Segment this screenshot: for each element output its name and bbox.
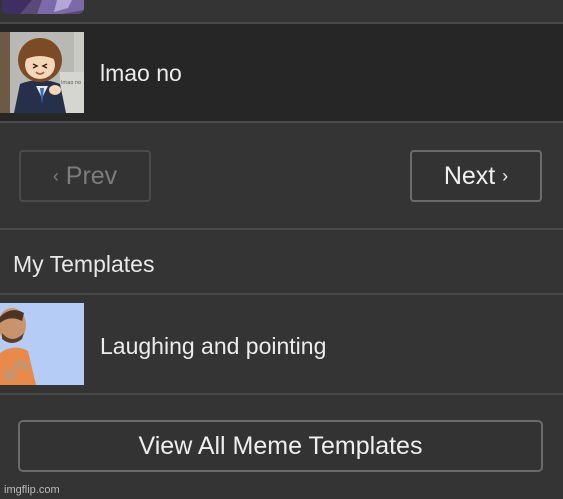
anime-girl-thumbnail: lmao no <box>0 32 84 113</box>
pagination: ‹ Prev Next › <box>0 123 563 230</box>
prev-label: Prev <box>65 162 118 190</box>
view-all-templates-button[interactable]: View All Meme Templates <box>18 420 543 472</box>
template-item[interactable]: Laughing and pointing <box>0 295 563 395</box>
chevron-left-icon: ‹ <box>52 166 59 186</box>
laughing-man-thumbnail <box>0 303 84 385</box>
section-title: My Templates <box>13 251 155 277</box>
footer: View All Meme Templates <box>0 395 563 499</box>
watermark: imgflip.com <box>4 484 60 496</box>
list-item-label: lmao no <box>100 60 182 86</box>
next-button[interactable]: Next › <box>410 150 542 202</box>
purple-thumbnail <box>2 0 84 14</box>
next-label: Next <box>443 162 496 190</box>
chevron-right-icon: › <box>502 166 509 186</box>
meme-templates-panel: lmao no lmao no ‹ Prev Next › My Templat… <box>0 0 563 499</box>
prev-button[interactable]: ‹ Prev <box>19 150 151 202</box>
section-header: My Templates <box>0 230 563 295</box>
list-item[interactable]: lmao no lmao no <box>0 24 563 123</box>
svg-text:lmao no: lmao no <box>61 80 81 86</box>
list-item-partial[interactable] <box>0 0 563 24</box>
template-item-label: Laughing and pointing <box>100 333 327 359</box>
